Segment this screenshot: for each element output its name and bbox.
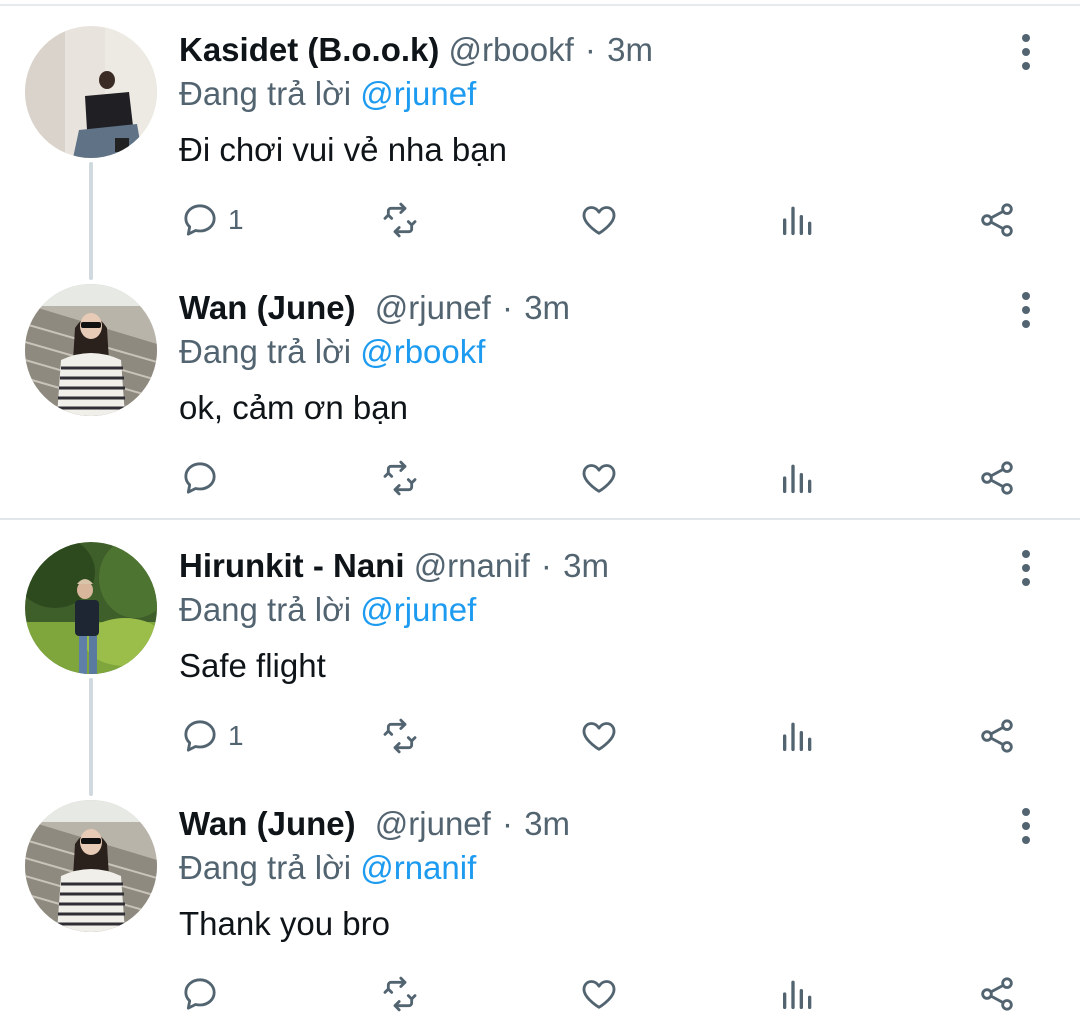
retweet-icon (383, 202, 417, 238)
replying-to: Đang trả lời @rbookf (179, 328, 485, 376)
views-button[interactable] (778, 196, 818, 244)
user-handle[interactable]: @rnanif (414, 547, 530, 584)
replying-prefix: Đang trả lời (179, 333, 352, 370)
user-handle[interactable]: @rbookf (449, 31, 574, 68)
retweet-button[interactable] (378, 712, 422, 760)
mention-link[interactable]: @rjunef (360, 591, 476, 628)
reply-button[interactable] (180, 454, 228, 502)
reply-button[interactable]: 1 (180, 712, 244, 760)
mention-link[interactable]: @rjunef (360, 75, 476, 112)
avatar[interactable] (25, 284, 157, 416)
tweet-text: Đi chơi vui vẻ nha bạn (179, 131, 507, 168)
more-vertical-icon[interactable] (1008, 806, 1044, 846)
timestamp[interactable]: 3m (607, 31, 653, 68)
share-button[interactable] (976, 454, 1018, 502)
reply-button[interactable]: 1 (180, 196, 244, 244)
separator-dot: · (502, 805, 514, 842)
user-handle[interactable]: @rjunef (375, 805, 491, 842)
share-icon (981, 203, 1013, 237)
reply-button[interactable] (180, 970, 228, 1018)
separator-dot: · (584, 31, 596, 68)
like-button[interactable] (578, 970, 620, 1018)
avatar[interactable] (25, 26, 157, 158)
share-button[interactable] (976, 970, 1018, 1018)
mention-link[interactable]: @rnanif (360, 849, 476, 886)
share-icon (981, 719, 1013, 753)
views-button[interactable] (778, 454, 818, 502)
share-icon (981, 461, 1013, 495)
heart-icon (582, 980, 616, 1009)
action-bar: 1 (0, 712, 1080, 760)
replying-prefix: Đang trả lời (179, 849, 352, 886)
separator-dot: · (540, 547, 552, 584)
more-vertical-icon[interactable] (1008, 290, 1044, 330)
views-button[interactable] (778, 970, 818, 1018)
replying-to: Đang trả lời @rjunef (179, 70, 476, 118)
retweet-icon (383, 460, 417, 496)
action-bar (0, 454, 1080, 502)
heart-icon (582, 722, 616, 751)
user-handle[interactable]: @rjunef (375, 289, 491, 326)
separator-dot: · (502, 289, 514, 326)
display-name[interactable]: Wan (June) (179, 289, 356, 326)
heart-icon (582, 206, 616, 235)
reply-icon (184, 462, 216, 494)
tweet-header: Kasidet (B.o.o.k) @rbookf · 3m (179, 26, 653, 74)
analytics-icon (783, 722, 812, 751)
tweet-header: Wan (June) @rjunef · 3m (179, 284, 570, 332)
like-button[interactable] (578, 196, 620, 244)
analytics-icon (783, 464, 812, 493)
timestamp[interactable]: 3m (524, 289, 570, 326)
top-divider (0, 4, 1080, 6)
retweet-icon (383, 976, 417, 1012)
tweet-text: ok, cảm ơn bạn (179, 389, 408, 426)
like-button[interactable] (578, 712, 620, 760)
retweet-button[interactable] (378, 970, 422, 1018)
analytics-icon (783, 980, 812, 1009)
replying-prefix: Đang trả lời (179, 75, 352, 112)
replying-prefix: Đang trả lời (179, 591, 352, 628)
share-button[interactable] (976, 712, 1018, 760)
avatar[interactable] (25, 800, 157, 932)
more-vertical-icon[interactable] (1008, 32, 1044, 72)
reply-icon (184, 978, 216, 1010)
more-vertical-icon[interactable] (1008, 548, 1044, 588)
display-name[interactable]: Kasidet (B.o.o.k) (179, 31, 439, 68)
reply-count: 1 (228, 720, 244, 751)
tweet-text: Safe flight (179, 647, 326, 684)
heart-icon (582, 464, 616, 493)
views-button[interactable] (778, 712, 818, 760)
retweet-button[interactable] (378, 454, 422, 502)
retweet-icon (383, 718, 417, 754)
timestamp[interactable]: 3m (563, 547, 609, 584)
conversation-divider (0, 518, 1080, 520)
like-button[interactable] (578, 454, 620, 502)
action-bar: 1 (0, 196, 1080, 244)
retweet-button[interactable] (378, 196, 422, 244)
reply-icon (184, 204, 216, 236)
tweet-header: Hirunkit - Nani @rnanif · 3m (179, 542, 609, 590)
avatar[interactable] (25, 542, 157, 674)
share-icon (981, 977, 1013, 1011)
replying-to: Đang trả lời @rnanif (179, 844, 476, 892)
display-name[interactable]: Wan (June) (179, 805, 356, 842)
reply-count: 1 (228, 204, 244, 235)
reply-icon (184, 720, 216, 752)
mention-link[interactable]: @rbookf (360, 333, 485, 370)
analytics-icon (783, 206, 812, 235)
display-name[interactable]: Hirunkit - Nani (179, 547, 405, 584)
replying-to: Đang trả lời @rjunef (179, 586, 476, 634)
tweet-text: Thank you bro (179, 905, 390, 942)
timestamp[interactable]: 3m (524, 805, 570, 842)
tweet-header: Wan (June) @rjunef · 3m (179, 800, 570, 848)
action-bar (0, 970, 1080, 1018)
share-button[interactable] (976, 196, 1018, 244)
